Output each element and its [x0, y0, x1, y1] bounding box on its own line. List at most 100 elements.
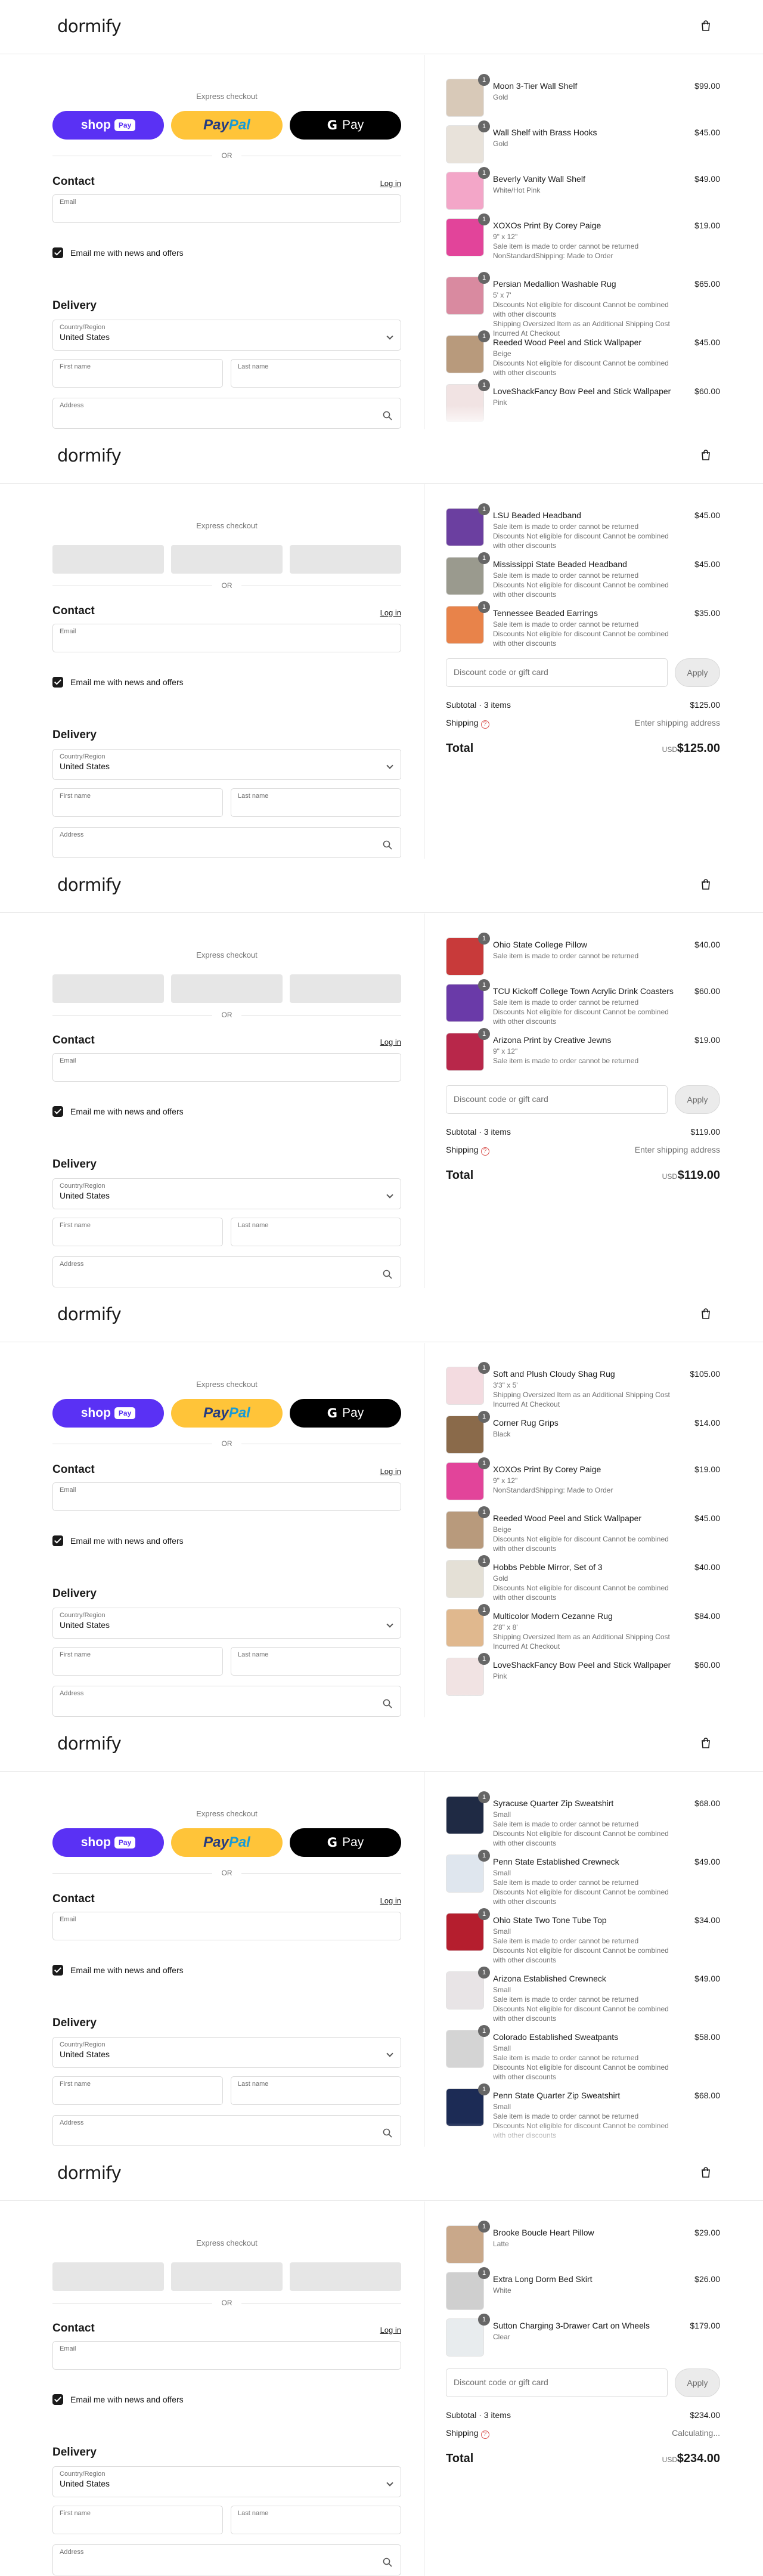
country-select[interactable]: Country/Region United States — [52, 2466, 401, 2497]
country-select[interactable]: Country/Region United States — [52, 320, 401, 351]
google-pay-button[interactable]: G Pay — [290, 1399, 401, 1428]
product-thumbnail — [446, 1609, 484, 1647]
discount-code-input[interactable]: Discount code or gift card — [446, 658, 668, 687]
discount-code-input[interactable]: Discount code or gift card — [446, 2368, 668, 2397]
first-name-field[interactable]: First name — [52, 2506, 223, 2534]
country-select[interactable]: Country/Region United States — [52, 749, 401, 780]
country-select[interactable]: Country/Region United States — [52, 1608, 401, 1639]
paypal-button[interactable]: Pay Pal — [171, 1399, 283, 1428]
last-name-field[interactable]: Last name — [231, 2506, 401, 2534]
login-link[interactable]: Log in — [380, 608, 401, 617]
shopping-bag-icon[interactable] — [701, 450, 711, 460]
country-select[interactable]: Country/Region United States — [52, 1178, 401, 1209]
first-name-field[interactable]: First name — [52, 1647, 223, 1676]
shopping-bag-icon[interactable] — [701, 879, 711, 890]
shopping-bag-icon[interactable] — [701, 1738, 711, 1748]
product-details: Small Sale item is made to order cannot b… — [493, 1927, 678, 1965]
first-name-field[interactable]: First name — [52, 359, 223, 388]
login-link[interactable]: Log in — [380, 1467, 401, 1476]
apply-button[interactable]: Apply — [675, 658, 720, 687]
address-field[interactable]: Address — [52, 1256, 401, 1287]
brand-logo[interactable]: dormify — [57, 1733, 122, 1754]
email-field[interactable]: Email — [52, 1912, 401, 1940]
product-details: Pink — [493, 1671, 678, 1681]
first-name-field[interactable]: First name — [52, 2076, 223, 2105]
product-details: Latte — [493, 2239, 678, 2249]
first-name-field[interactable]: First name — [52, 1218, 223, 1246]
address-field[interactable]: Address — [52, 1686, 401, 1717]
discount-code-input[interactable]: Discount code or gift card — [446, 1085, 668, 1114]
brand-logo[interactable]: dormify — [57, 16, 122, 36]
help-icon[interactable]: ? — [480, 720, 489, 729]
product-name: Extra Long Dorm Bed Skirt — [493, 2274, 593, 2284]
newsletter-checkbox[interactable] — [52, 677, 63, 688]
search-icon — [383, 2128, 392, 2138]
product-thumbnail — [446, 335, 484, 373]
product-price: $58.00 — [694, 2032, 720, 2042]
product-price: $19.00 — [694, 1035, 720, 1045]
shopping-bag-icon[interactable] — [701, 1308, 711, 1319]
or-separator: OR — [52, 1439, 401, 1448]
last-name-field[interactable]: Last name — [231, 788, 401, 817]
brand-logo[interactable]: dormify — [57, 1304, 122, 1324]
last-name-field[interactable]: Last name — [231, 2076, 401, 2105]
login-link[interactable]: Log in — [380, 2326, 401, 2334]
login-link[interactable]: Log in — [380, 1896, 401, 1905]
email-field[interactable]: Email — [52, 2341, 401, 2370]
line-item: 1 Mississippi State Beaded Headband Sale i… — [446, 552, 720, 599]
google-pay-button[interactable]: G Pay — [290, 1828, 401, 1857]
newsletter-checkbox[interactable] — [52, 1535, 63, 1546]
email-field[interactable]: Email — [52, 194, 401, 223]
help-icon[interactable]: ? — [480, 1147, 489, 1156]
google-pay-button[interactable]: G Pay — [290, 111, 401, 140]
address-field[interactable]: Address — [52, 398, 401, 429]
login-link[interactable]: Log in — [380, 179, 401, 188]
product-details: 9" x 12" NonStandardShipping: Made to Ord… — [493, 1476, 678, 1495]
address-field[interactable]: Address — [52, 2115, 401, 2146]
address-field[interactable]: Address — [52, 827, 401, 858]
shop-pay-button[interactable]: shop Pay — [52, 1399, 164, 1428]
product-thumbnail — [446, 172, 484, 210]
newsletter-checkbox[interactable] — [52, 2394, 63, 2405]
product-name: Persian Medallion Washable Rug — [493, 279, 616, 289]
paypal-button[interactable]: Pay Pal — [171, 111, 283, 140]
apply-button[interactable]: Apply — [675, 1085, 720, 1114]
login-link[interactable]: Log in — [380, 1038, 401, 1046]
brand-logo[interactable]: dormify — [57, 445, 122, 466]
brand-logo[interactable]: dormify — [57, 875, 122, 895]
quantity-badge: 1 — [478, 379, 490, 391]
product-price: $35.00 — [694, 608, 720, 618]
product-price: $65.00 — [694, 279, 720, 289]
last-name-field[interactable]: Last name — [231, 1218, 401, 1246]
country-select[interactable]: Country/Region United States — [52, 2037, 401, 2068]
email-field[interactable]: Email — [52, 1482, 401, 1511]
shopping-bag-icon[interactable] — [701, 20, 711, 31]
product-price: $40.00 — [694, 1562, 720, 1572]
newsletter-checkbox[interactable] — [52, 1965, 63, 1976]
newsletter-checkbox[interactable] — [52, 247, 63, 258]
shipping-label: Shipping — [446, 718, 479, 727]
email-field[interactable]: Email — [52, 624, 401, 652]
apply-button[interactable]: Apply — [675, 2368, 720, 2397]
last-name-field[interactable]: Last name — [231, 359, 401, 388]
express-button-placeholder — [290, 974, 401, 1003]
product-name: Brooke Boucle Heart Pillow — [493, 2228, 594, 2237]
help-icon[interactable]: ? — [480, 2431, 489, 2439]
shop-pay-button[interactable]: shop Pay — [52, 111, 164, 140]
total-amount: $119.00 — [677, 1169, 720, 1182]
shop-pay-button[interactable]: shop Pay — [52, 1828, 164, 1857]
brand-logo[interactable]: dormify — [57, 2163, 122, 2183]
email-field[interactable]: Email — [52, 1053, 401, 1082]
product-name: Sutton Charging 3-Drawer Cart on Wheels — [493, 2321, 650, 2330]
shop-pay-badge: Pay — [114, 1837, 136, 1849]
paypal-button[interactable]: Pay Pal — [171, 1828, 283, 1857]
newsletter-checkbox[interactable] — [52, 1106, 63, 1117]
product-detail-line: Discounts Not eligible for discount Cann… — [493, 1829, 669, 1847]
address-field[interactable]: Address — [52, 2544, 401, 2575]
shopping-bag-icon[interactable] — [701, 2167, 711, 2178]
or-separator: OR — [52, 2299, 401, 2307]
first-name-field[interactable]: First name — [52, 788, 223, 817]
product-price: $45.00 — [694, 510, 720, 520]
last-name-field[interactable]: Last name — [231, 1647, 401, 1676]
product-detail-line: Shipping Oversized Item as an Additional… — [493, 1633, 670, 1651]
